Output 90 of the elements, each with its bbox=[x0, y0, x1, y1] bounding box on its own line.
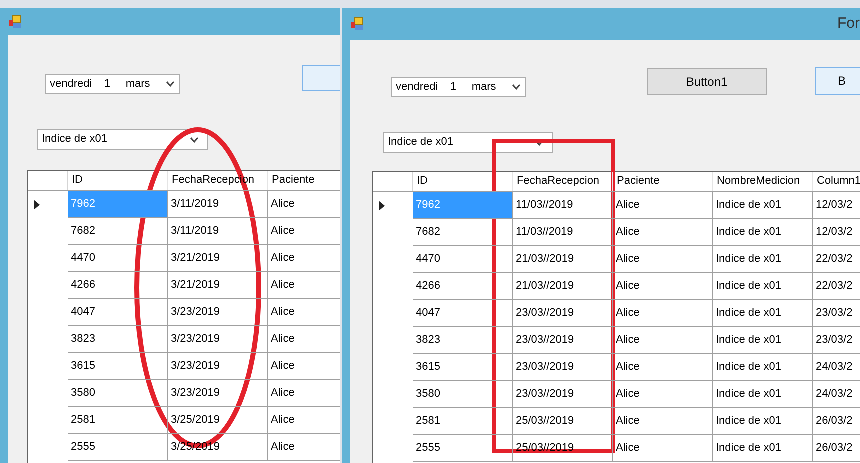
column-header[interactable]: ID bbox=[413, 172, 513, 191]
table-cell: Alice bbox=[613, 300, 713, 327]
button[interactable]: Button1 bbox=[647, 68, 767, 95]
table-cell: 4470 bbox=[413, 246, 513, 273]
table-cell: 11/03//2019 bbox=[513, 219, 613, 246]
column-header[interactable]: FechaRecepcion bbox=[513, 172, 613, 191]
table-cell: Alice bbox=[613, 435, 713, 462]
table-cell: Alice bbox=[613, 273, 713, 300]
table-cell: 26/03/2 bbox=[813, 408, 860, 435]
table-cell: 3/23/2019 bbox=[168, 353, 268, 380]
date-picker-value: vendredi 1 mars bbox=[50, 76, 150, 92]
table-cell: 11/03//2019 bbox=[513, 192, 613, 219]
combo-box-value: Indice de x01 bbox=[42, 132, 108, 148]
table-cell: Alice bbox=[613, 381, 713, 408]
table-cell: 4266 bbox=[68, 272, 168, 299]
column-header[interactable]: NombreMedicion bbox=[713, 172, 813, 191]
caret-icon bbox=[512, 84, 521, 90]
table-cell: 3/11/2019 bbox=[168, 218, 268, 245]
table-cell: 3615 bbox=[413, 354, 513, 381]
table-cell: Alice bbox=[613, 219, 713, 246]
table-cell: 3/23/2019 bbox=[168, 326, 268, 353]
table-cell: 23/03//2019 bbox=[513, 381, 613, 408]
table-cell: Alice bbox=[613, 408, 713, 435]
table-cell: 24/03/2 bbox=[813, 354, 860, 381]
table-cell: Indice de x01 bbox=[713, 192, 813, 219]
caret-icon bbox=[166, 81, 175, 87]
table-cell: 12/03/2 bbox=[813, 219, 860, 246]
table-cell: Indice de x01 bbox=[713, 246, 813, 273]
table-cell: 3/23/2019 bbox=[168, 380, 268, 407]
table-cell: Indice de x01 bbox=[713, 327, 813, 354]
combo-box[interactable]: Indice de x01 bbox=[37, 129, 208, 150]
table-cell: 7962 bbox=[68, 191, 168, 218]
table-cell: 3823 bbox=[413, 327, 513, 354]
button[interactable]: B bbox=[815, 67, 860, 95]
table-cell: Indice de x01 bbox=[713, 381, 813, 408]
column-header[interactable]: ID bbox=[68, 171, 168, 190]
table-cell: 21/03//2019 bbox=[513, 273, 613, 300]
table-cell: 2555 bbox=[68, 434, 168, 461]
column-header[interactable]: Paciente bbox=[613, 172, 713, 191]
table-cell: 23/03/2 bbox=[813, 327, 860, 354]
table-cell: 3/11/2019 bbox=[168, 191, 268, 218]
date-picker[interactable]: vendredi 1 mars bbox=[391, 77, 526, 97]
table-cell: 4047 bbox=[413, 300, 513, 327]
table-cell: Indice de x01 bbox=[713, 354, 813, 381]
date-picker[interactable]: vendredi 1 mars bbox=[45, 74, 180, 94]
app-icon bbox=[8, 14, 22, 28]
table-cell: 23/03//2019 bbox=[513, 300, 613, 327]
table-cell: 4266 bbox=[413, 273, 513, 300]
combo-box-value: Indice de x01 bbox=[388, 135, 454, 150]
table-cell: 2581 bbox=[413, 408, 513, 435]
caret-icon bbox=[190, 136, 199, 142]
table-cell: 23/03/2 bbox=[813, 300, 860, 327]
table-cell: 4470 bbox=[68, 245, 168, 272]
table-cell: 21/03//2019 bbox=[513, 246, 613, 273]
table-cell: 7962 bbox=[413, 192, 513, 219]
table-cell: 3/21/2019 bbox=[168, 272, 268, 299]
table-cell: 3/21/2019 bbox=[168, 245, 268, 272]
table-cell: Alice bbox=[613, 327, 713, 354]
table-cell: Indice de x01 bbox=[713, 300, 813, 327]
table-cell: Indice de x01 bbox=[713, 273, 813, 300]
table-cell: 25/03//2019 bbox=[513, 408, 613, 435]
table-cell: 3823 bbox=[68, 326, 168, 353]
table-cell: 3/25/2019 bbox=[168, 434, 268, 461]
table-cell: 26/03/2 bbox=[813, 435, 860, 462]
table-cell: 24/03/2 bbox=[813, 381, 860, 408]
combo-box[interactable]: Indice de x01 bbox=[383, 132, 553, 153]
table-cell: 23/03//2019 bbox=[513, 354, 613, 381]
table-cell: 23/03//2019 bbox=[513, 327, 613, 354]
table-cell: 3580 bbox=[68, 380, 168, 407]
app-icon bbox=[350, 17, 364, 31]
table-cell: 3/25/2019 bbox=[168, 407, 268, 434]
window-title: For bbox=[838, 14, 860, 34]
table-cell: 12/03/2 bbox=[813, 192, 860, 219]
table-cell: 22/03/2 bbox=[813, 246, 860, 273]
table-cell: Indice de x01 bbox=[713, 435, 813, 462]
table-cell: 3615 bbox=[68, 353, 168, 380]
table-cell: 7682 bbox=[68, 218, 168, 245]
table-cell: 3/23/2019 bbox=[168, 299, 268, 326]
table-cell: 7682 bbox=[413, 219, 513, 246]
table-cell: 2555 bbox=[413, 435, 513, 462]
table-cell: 4047 bbox=[68, 299, 168, 326]
table-cell: Indice de x01 bbox=[713, 219, 813, 246]
table-cell: Indice de x01 bbox=[713, 408, 813, 435]
table-cell: 2581 bbox=[68, 407, 168, 434]
table-cell: Alice bbox=[613, 246, 713, 273]
table-cell: Alice bbox=[613, 354, 713, 381]
table-cell: Alice bbox=[613, 192, 713, 219]
table-cell: 22/03/2 bbox=[813, 273, 860, 300]
table-cell: 3580 bbox=[413, 381, 513, 408]
date-picker-value: vendredi 1 mars bbox=[396, 80, 496, 95]
